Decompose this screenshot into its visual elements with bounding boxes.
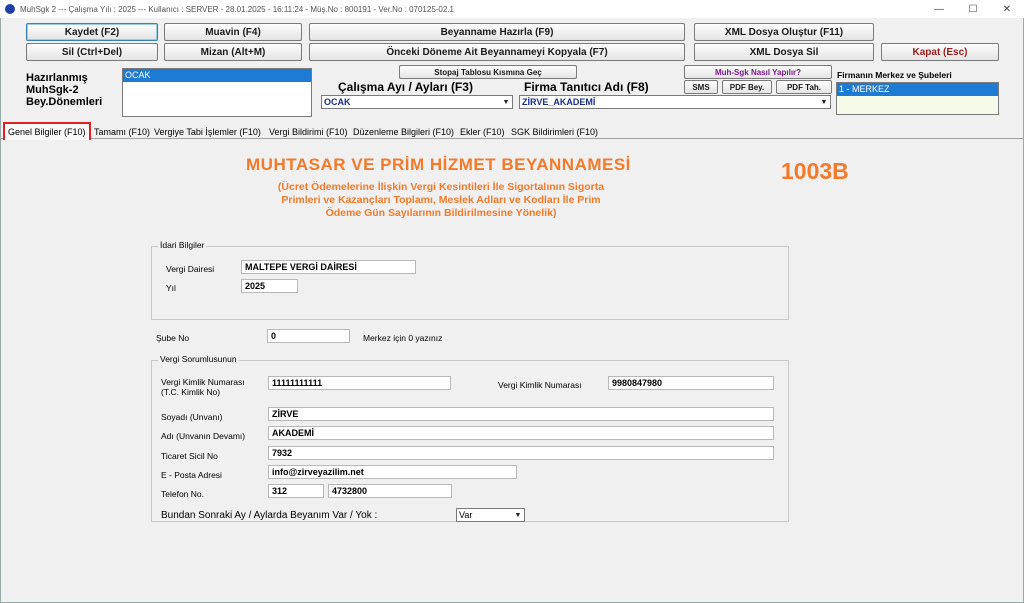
tab-tamami[interactable]: Tamamı (F10) [91, 124, 153, 139]
idari-bilgiler-legend: İdari Bilgiler [158, 240, 207, 250]
sube-item[interactable]: 1 - MERKEZ [837, 83, 998, 96]
sonraki-beyan-value: Var [459, 510, 473, 520]
kaydet-button[interactable]: Kaydet (F2) [26, 23, 158, 41]
telefon-label: Telefon No. [161, 489, 204, 499]
adi-label: Adı (Unvanın Devamı) [161, 431, 246, 441]
tab-vergi-bildirimi[interactable]: Vergi Bildirimi (F10) [266, 124, 351, 139]
vkn-field[interactable]: 9980847980 [608, 376, 774, 390]
maximize-icon[interactable]: ☐ [956, 0, 990, 18]
xml-olustur-button[interactable]: XML Dosya Oluştur (F11) [694, 23, 874, 41]
genel-bilgiler-panel: MUHTASAR VE PRİM HİZMET BEYANNAMESİ 1003… [1, 140, 1023, 602]
tab-sgk-bildirimleri[interactable]: SGK Bildirimleri (F10) [508, 124, 601, 139]
tckn-field[interactable]: 11111111111 [268, 376, 451, 390]
sube-no-field[interactable]: 0 [267, 329, 350, 343]
soyadi-field[interactable]: ZİRVE [268, 407, 774, 421]
form-subtitle-1: (Ücret Ödemelerine İlişkin Vergi Kesinti… [277, 181, 605, 193]
yil-field[interactable]: 2025 [241, 279, 298, 293]
hazirlanmis-label: Hazırlanmış [26, 72, 88, 84]
calisma-ayi-combo[interactable]: OCAK ▼ [321, 95, 513, 109]
tab-ekler[interactable]: Ekler (F10) [457, 124, 508, 139]
tckn-label-sub: (T.C. Kimlik No) [161, 387, 221, 397]
tab-bar: Genel Bilgiler (F10) Tamamı (F10) Vergiy… [1, 122, 1024, 142]
tckn-label: Vergi Kimlik Numarası [161, 377, 245, 387]
title-bar: MuhSgk 2 --- Çalışma Yılı : 2025 --- Kul… [0, 0, 1024, 18]
close-icon[interactable]: ✕ [990, 0, 1024, 18]
soyadi-label: Soyadı (Unvanı) [161, 412, 223, 422]
mizan-button[interactable]: Mizan (Alt+M) [164, 43, 302, 61]
adi-field[interactable]: AKADEMİ [268, 426, 774, 440]
subeler-listbox[interactable]: 1 - MERKEZ [836, 82, 999, 115]
main-window: Kaydet (F2) Muavin (F4) Beyanname Hazırl… [0, 18, 1024, 603]
form-subtitle-2: Primleri ve Kazançları Toplamı, Meslek A… [281, 194, 601, 206]
muavin-button[interactable]: Muavin (F4) [164, 23, 302, 41]
period-item[interactable]: OCAK [123, 69, 311, 82]
stopaj-button[interactable]: Stopaj Tablosu Kısmına Geç [399, 65, 577, 79]
sube-no-label: Şube No [156, 333, 190, 343]
window-title: MuhSgk 2 --- Çalışma Yılı : 2025 --- Kul… [20, 4, 455, 14]
sms-button[interactable]: SMS [684, 80, 718, 94]
sicil-label: Ticaret Sicil No [161, 451, 218, 461]
bey-donemleri-label: Bey.Dönemleri [26, 96, 103, 108]
sube-no-hint: Merkez için 0 yazınız [363, 333, 443, 343]
eposta-label: E - Posta Adresi [161, 470, 222, 480]
muh-sgk-help-button[interactable]: Muh-Sgk Nasıl Yapılır? [684, 65, 832, 79]
kapat-button[interactable]: Kapat (Esc) [881, 43, 999, 61]
vergi-dairesi-label: Vergi Dairesi [166, 264, 215, 274]
vkn-label: Vergi Kimlik Numarası [498, 380, 582, 390]
sil-button[interactable]: Sil (Ctrl+Del) [26, 43, 158, 61]
app-icon [5, 4, 15, 14]
subeler-label: Firmanın Merkez ve Şubeleri [837, 70, 952, 80]
firma-value: ZİRVE_AKADEMİ [522, 97, 596, 107]
sicil-field[interactable]: 7932 [268, 446, 774, 460]
firma-label: Firma Tanıtıcı Adı (F8) [524, 80, 649, 94]
tab-duzenleme[interactable]: Düzenleme Bilgileri (F10) [350, 124, 457, 139]
chevron-down-icon[interactable]: ▼ [501, 97, 511, 107]
firma-combo[interactable]: ZİRVE_AKADEMİ ▼ [519, 95, 831, 109]
muhsgk-label: MuhSgk-2 [26, 84, 79, 96]
calisma-ayi-label: Çalışma Ayı / Ayları (F3) [338, 80, 473, 94]
form-title: MUHTASAR VE PRİM HİZMET BEYANNAMESİ [246, 155, 631, 174]
sonraki-beyan-label: Bundan Sonraki Ay / Aylarda Beyanım Var … [161, 510, 378, 521]
pdf-bey-button[interactable]: PDF Bey. [722, 80, 772, 94]
vergi-sorumlusu-legend: Vergi Sorumlusunun [158, 354, 239, 364]
vergi-dairesi-field[interactable]: MALTEPE VERGİ DAİRESİ [241, 260, 416, 274]
calisma-ayi-value: OCAK [324, 97, 351, 107]
tab-vergiye-tabi[interactable]: Vergiye Tabi İşlemler (F10) [151, 124, 264, 139]
yil-label: Yıl [166, 283, 176, 293]
minimize-icon[interactable]: — [922, 0, 956, 18]
tab-genel-bilgiler[interactable]: Genel Bilgiler (F10) [3, 122, 91, 142]
beyanname-hazirla-button[interactable]: Beyanname Hazırla (F9) [309, 23, 685, 41]
sonraki-beyan-combo[interactable]: Var ▼ [456, 508, 525, 522]
chevron-down-icon[interactable]: ▼ [819, 97, 829, 107]
eposta-field[interactable]: info@zirveyazilim.net [268, 465, 517, 479]
onceki-kopyala-button[interactable]: Önceki Döneme Ait Beyannameyi Kopyala (F… [309, 43, 685, 61]
chevron-down-icon[interactable]: ▼ [513, 510, 523, 520]
telefon-kod-field[interactable]: 312 [268, 484, 324, 498]
form-subtitle-3: Ödeme Gün Sayılarının Bildirilmesine Yön… [325, 207, 557, 219]
pdf-tah-button[interactable]: PDF Tah. [776, 80, 832, 94]
periods-listbox[interactable]: OCAK [122, 68, 312, 117]
xml-sil-button[interactable]: XML Dosya Sil [694, 43, 874, 61]
telefon-no-field[interactable]: 4732800 [328, 484, 452, 498]
form-code: 1003B [781, 158, 849, 184]
